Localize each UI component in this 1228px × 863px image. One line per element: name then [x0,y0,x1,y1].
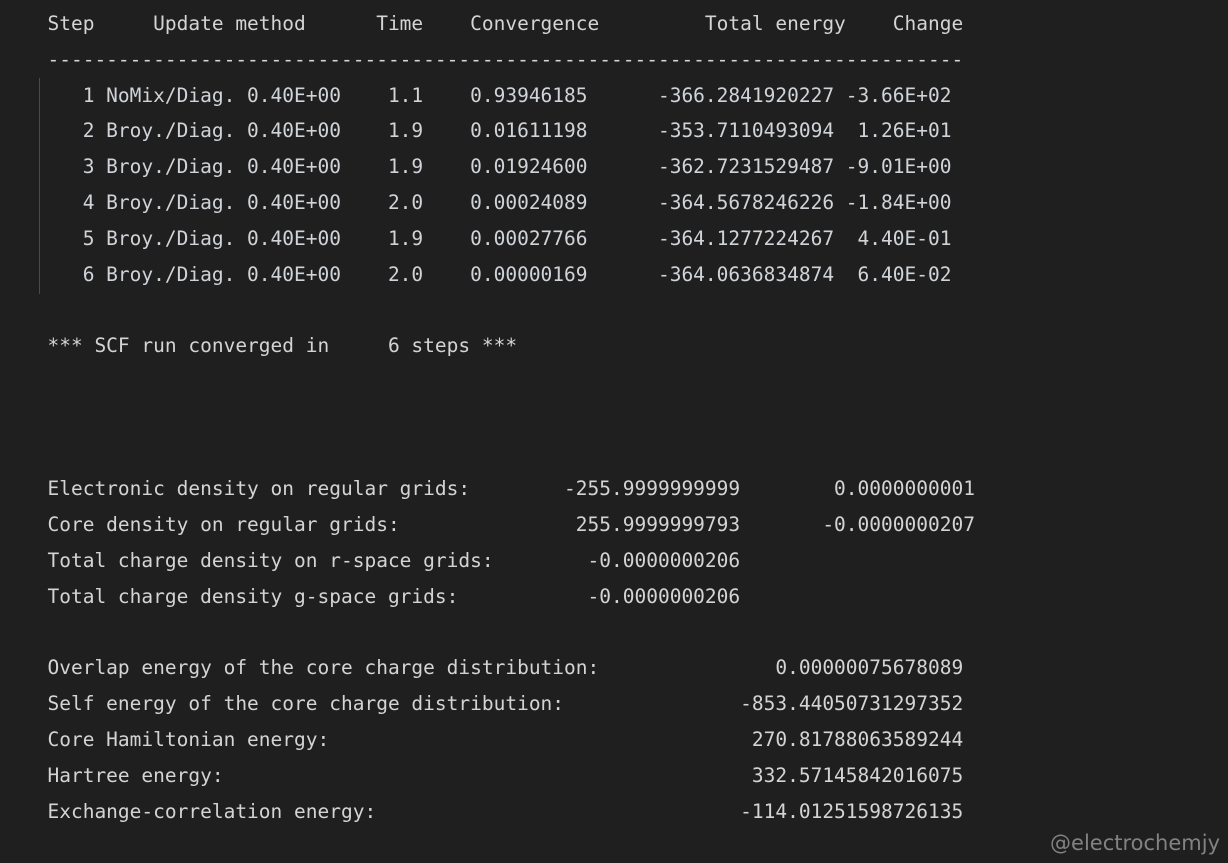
energy-row: Core Hamiltonian energy: 270.81788063589… [24,727,964,751]
scf-table-row: 6 Broy./Diag. 0.40E+00 2.0 0.00000169 -3… [24,262,952,286]
density-row: Total charge density g-space grids: -0.0… [24,584,741,608]
energy-row: Self energy of the core charge distribut… [24,692,964,716]
density-row: Core density on regular grids: 255.99999… [24,513,975,537]
energy-row: Exchange-correlation energy: -114.012515… [24,799,964,823]
scf-table-header: Step Update method Time Convergence Tota… [24,12,964,35]
scf-table-separator: ----------------------------------------… [24,47,964,71]
scf-table-row: 4 Broy./Diag. 0.40E+00 2.0 0.00024089 -3… [24,190,952,214]
density-row: Electronic density on regular grids: -25… [24,477,975,501]
scf-table-row: 5 Broy./Diag. 0.40E+00 1.9 0.00027766 -3… [24,226,952,250]
log-text-body: Step Update method Time Convergence Tota… [0,0,1228,863]
scf-table-row: 2 Broy./Diag. 0.40E+00 1.9 0.01611198 -3… [24,119,952,143]
terminal-output-pane: Step Update method Time Convergence Tota… [0,0,1228,863]
scf-table-row: 1 NoMix/Diag. 0.40E+00 1.1 0.93946185 -3… [24,83,952,107]
scf-table-row: 3 Broy./Diag. 0.40E+00 1.9 0.01924600 -3… [24,155,952,179]
density-row: Total charge density on r-space grids: -… [24,548,741,572]
energy-row: Overlap energy of the core charge distri… [24,656,964,680]
scf-converged-message: *** SCF run converged in 6 steps *** [24,334,518,358]
energy-row: Hartree energy: 332.57145842016075 [24,763,964,787]
